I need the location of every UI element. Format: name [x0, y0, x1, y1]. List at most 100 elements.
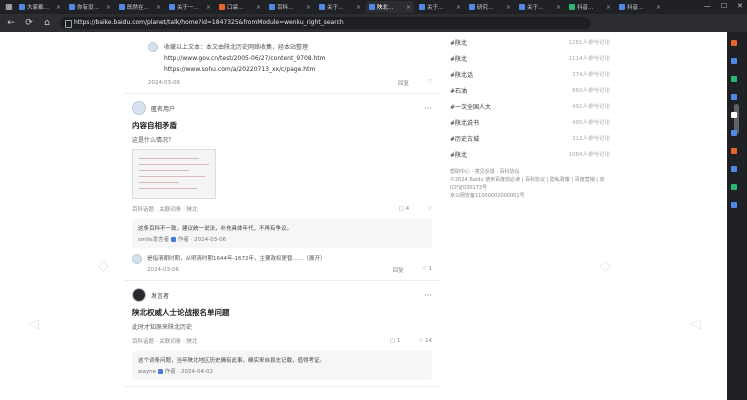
extension-icon[interactable]	[731, 40, 737, 46]
browser-tab[interactable]: 既然在… ×	[116, 1, 164, 13]
sub-reply-date: 2024-03-06	[147, 267, 179, 273]
post-meta: 百科话题 · 关联词条 · 陕北	[132, 207, 198, 213]
extension-icon[interactable]	[731, 184, 737, 190]
extension-icon[interactable]	[731, 202, 737, 208]
comment-count[interactable]: ▢ 1	[390, 338, 400, 344]
reply-text: 这个词条问题，当年陕北地区历史确有此事，确实来自县志记载，值得考证。	[138, 358, 326, 364]
post-link[interactable]: https://www.sohu.com/a/20220713_xx/c/pag…	[164, 66, 326, 73]
hot-topic-item[interactable]: #陕北话 374人参与讨论	[450, 66, 610, 82]
hot-topics-sidebar: #陕北 1281人参与讨论 #陕北 1114人参与讨论 #陕北话 374人参与讨论 #石油 8…	[450, 32, 610, 200]
like-icon[interactable]: ♡	[427, 79, 432, 87]
close-tab-icon[interactable]: ×	[506, 4, 511, 11]
browser-tab[interactable]: 百科… ×	[266, 1, 314, 13]
browser-tab[interactable]: 大家都… ×	[16, 1, 64, 13]
tab-strip: ▦ 大家都… × 你有没… × 既然在… × 关于一… × 口袋… × 百科… × 关于… × 陕北… × 关于…	[0, 0, 747, 14]
post-image[interactable]	[132, 149, 216, 199]
close-window-icon[interactable]: ✕	[737, 2, 743, 10]
close-tab-icon[interactable]: ×	[106, 4, 111, 11]
close-tab-icon[interactable]: ×	[356, 4, 361, 11]
tab-favicon-icon	[469, 4, 475, 10]
post-username[interactable]: 发言者	[151, 291, 169, 300]
hot-topic-item[interactable]: #陕北 1281人参与讨论	[450, 34, 610, 50]
hot-topic-item[interactable]: #陕北说书 495人参与讨论	[450, 114, 610, 130]
watermark-diamond-icon: ◇	[600, 258, 611, 274]
extension-icon[interactable]	[731, 76, 737, 82]
tab-label: 大家都…	[27, 5, 50, 11]
post-title[interactable]: 内容自相矛盾	[132, 120, 432, 131]
watermark-diamond-icon: ◇	[98, 258, 109, 274]
browser-tab[interactable]: 关于… ×	[516, 1, 564, 13]
avatar	[148, 42, 158, 52]
hot-topic-item[interactable]: #一次全国人大 492人参与讨论	[450, 98, 610, 114]
tab-label: 抖音…	[627, 5, 644, 11]
hot-topic-item[interactable]: #陕北 1114人参与讨论	[450, 50, 610, 66]
reply-button[interactable]: 回复	[393, 266, 404, 274]
hot-topic-heat: 374人参与讨论	[572, 72, 610, 78]
post-username[interactable]: 匿名用户	[151, 104, 175, 113]
reply-username[interactable]: wayne	[138, 369, 156, 375]
back-icon[interactable]: ←	[6, 18, 16, 28]
reply-button[interactable]: 回复	[398, 79, 409, 87]
window-menu-icon[interactable]: ▦	[4, 2, 14, 12]
tab-label: 你有没…	[77, 5, 100, 11]
like-icon[interactable]: ♡	[427, 206, 432, 212]
tab-label: 口袋…	[227, 5, 244, 11]
comment-count[interactable]: ▢ 4	[399, 206, 409, 212]
close-tab-icon[interactable]: ×	[656, 4, 661, 11]
browser-tab[interactable]: 陕北… ×	[366, 1, 414, 13]
hot-topic-item[interactable]: #历史古城 312人参与讨论	[450, 130, 610, 146]
reply-text: 这条百科不一致，建议统一说法，补充具体年代，不再有争议。	[138, 226, 293, 232]
hot-topic-label: #陕北	[450, 55, 468, 63]
hot-topic-item[interactable]: #陕北 1084人参与讨论	[450, 146, 610, 162]
minimize-icon[interactable]: —	[704, 2, 711, 10]
extension-icon[interactable]	[731, 166, 737, 172]
like-count[interactable]: ♡ 14	[418, 338, 432, 344]
browser-tab[interactable]: 口袋… ×	[216, 1, 264, 13]
tab-favicon-icon	[419, 4, 425, 10]
close-tab-icon[interactable]: ×	[206, 4, 211, 11]
post-title[interactable]: 陕北权威人士论战报名单问题	[132, 307, 432, 318]
maximize-icon[interactable]: ☐	[721, 2, 727, 10]
footer-links[interactable]: 帮助中心 · 意见反馈 · 百科协议	[450, 168, 610, 176]
extension-icon[interactable]	[731, 112, 737, 118]
hot-topic-heat: 1084人参与讨论	[568, 152, 611, 158]
close-tab-icon[interactable]: ×	[456, 4, 461, 11]
hot-topic-label: #陕北	[450, 151, 468, 159]
browser-tab[interactable]: 研究… ×	[466, 1, 514, 13]
extension-icon[interactable]	[731, 148, 737, 154]
close-tab-icon[interactable]: ×	[556, 4, 561, 11]
hot-topic-label: #陕北说书	[450, 119, 480, 127]
hot-topic-item[interactable]: #石油 860人参与讨论	[450, 82, 610, 98]
tab-favicon-icon	[619, 4, 625, 10]
tab-favicon-icon	[569, 4, 575, 10]
close-tab-icon[interactable]: ×	[156, 4, 161, 11]
reply-box: 这条百科不一致，建议统一说法，补充具体年代，不再有争议。 smile发言者 作者…	[132, 219, 432, 248]
close-tab-icon[interactable]: ×	[56, 4, 61, 11]
extension-icon[interactable]	[731, 130, 737, 136]
watermark-triangle-icon: ◁	[28, 316, 39, 332]
browser-tab[interactable]: 关于… ×	[316, 1, 364, 13]
browser-tab[interactable]: 关于一… ×	[166, 1, 214, 13]
browser-tab[interactable]: 关于… ×	[416, 1, 464, 13]
close-tab-icon[interactable]: ×	[306, 4, 311, 11]
reload-icon[interactable]: ⟳	[24, 18, 34, 28]
close-tab-icon[interactable]: ×	[406, 4, 411, 11]
extension-icon[interactable]	[731, 58, 737, 64]
extension-icon[interactable]	[731, 94, 737, 100]
like-icon[interactable]: ♡ 1	[422, 266, 432, 274]
tab-favicon-icon	[269, 4, 275, 10]
address-bar-row: ← ⟳ ⌂ https://baike.baidu.com/planet/tal…	[0, 14, 747, 32]
close-tab-icon[interactable]: ×	[606, 4, 611, 11]
home-icon[interactable]: ⌂	[42, 18, 52, 28]
browser-tab[interactable]: 抖音… ×	[616, 1, 664, 13]
tab-label: 关于…	[327, 5, 344, 11]
browser-tab[interactable]: 抖音… ×	[566, 1, 614, 13]
page-viewport: ◇ ◁ ◁ ◇ 收藏以上文本：本文由陕北历史网络收集，经本站整理 http://…	[0, 32, 727, 400]
more-icon[interactable]: ···	[424, 104, 432, 113]
browser-tab[interactable]: 你有没… ×	[66, 1, 114, 13]
post-link[interactable]: http://www.gov.cn/test/2005-06/27/conten…	[164, 55, 326, 62]
more-icon[interactable]: ···	[424, 291, 432, 300]
reply-username[interactable]: smile发言者	[138, 237, 169, 243]
close-tab-icon[interactable]: ×	[256, 4, 261, 11]
url-field[interactable]: https://baike.baidu.com/planet/talk/home…	[60, 17, 591, 29]
